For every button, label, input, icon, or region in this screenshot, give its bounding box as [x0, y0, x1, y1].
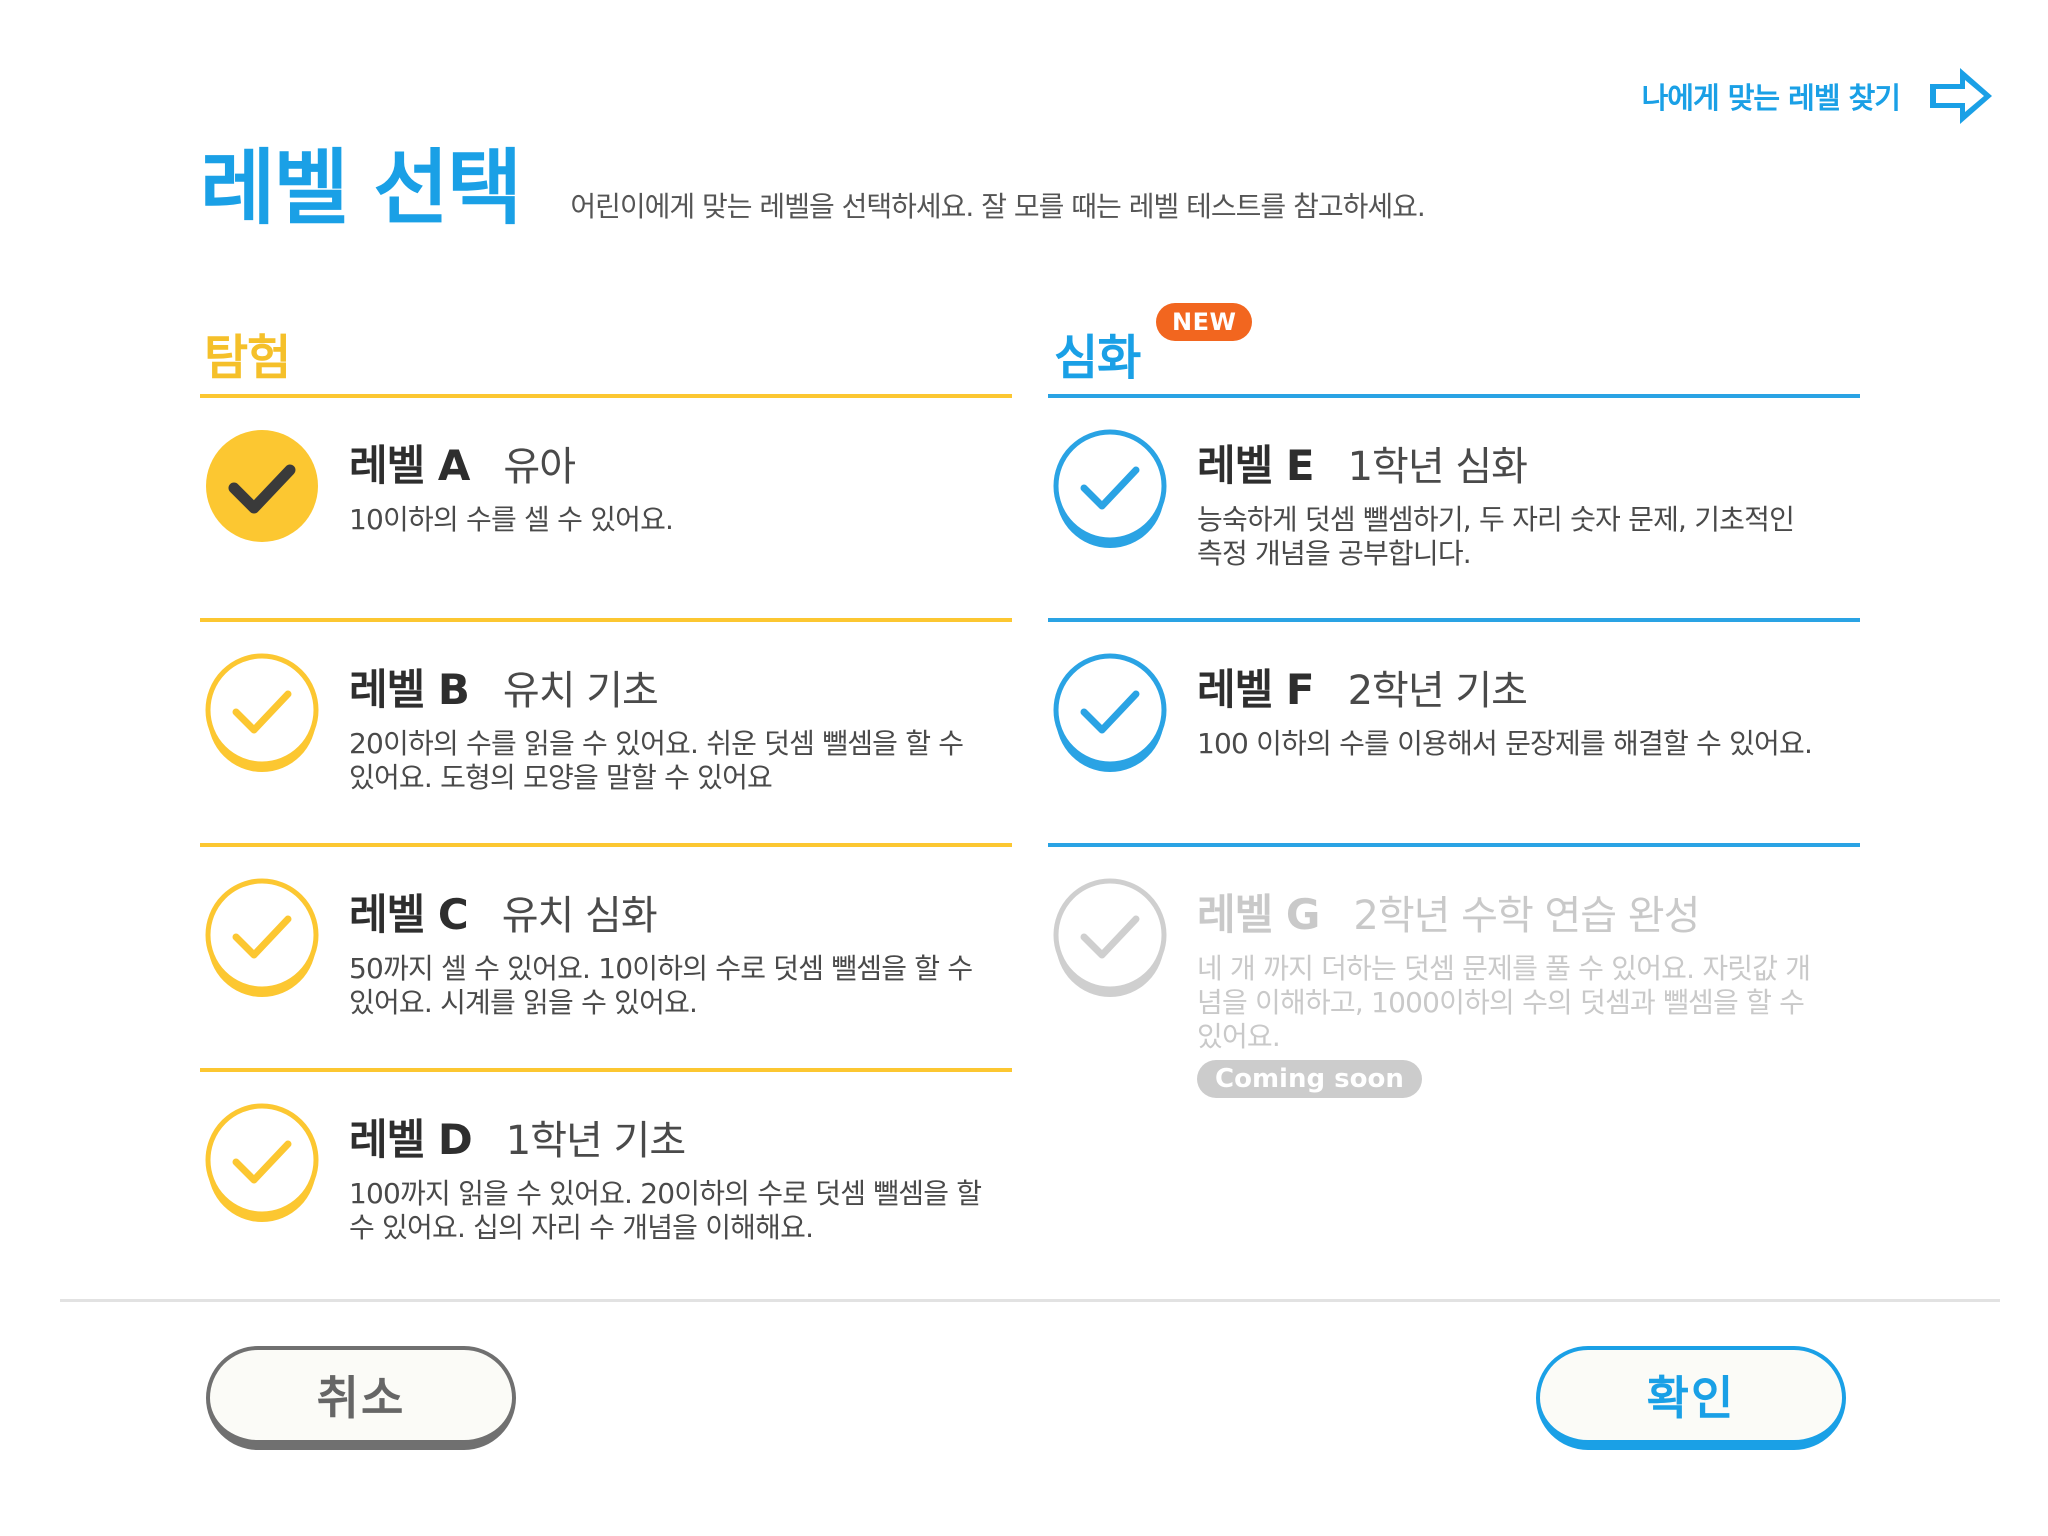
level-description-line: 있어요. 도형의 모양을 말할 수 있어요 [349, 761, 773, 794]
level-description: 50까지 셀 수 있어요. 10이하의 수로 덧셈 뺄셈을 할 수 있어요. 시… [349, 952, 1016, 1020]
level-card-g: 레벨 G 2학년 수학 연습 완성 네 개 까지 더하는 덧셈 문제를 풀 수 … [1052, 847, 1864, 1098]
level-description-line: 능숙하게 덧셈 뺄셈하기, 두 자리 숫자 문제, 기초적인 [1197, 503, 1795, 536]
level-name: 레벨 B [349, 665, 470, 714]
level-name: 레벨 E [1197, 441, 1315, 490]
level-grade: 1학년 심화 [1347, 444, 1528, 490]
level-description-line: 50까지 셀 수 있어요. 10이하의 수로 덧셈 뺄셈을 할 수 [349, 952, 973, 985]
level-grade: 2학년 수학 연습 완성 [1353, 893, 1700, 939]
check-coin-disabled-icon [1052, 877, 1168, 1005]
level-description: 10이하의 수를 셀 수 있어요. [349, 503, 1016, 537]
check-coin-icon [1052, 652, 1168, 780]
level-description-line: 있어요. 시계를 읽을 수 있어요. [349, 986, 698, 1019]
level-description: 100 이하의 수를 이용해서 문장제를 해결할 수 있어요. [1197, 727, 1864, 761]
level-name: 레벨 A [349, 441, 470, 490]
level-grade: 유아 [503, 444, 576, 490]
level-card-f[interactable]: 레벨 F 2학년 기초 100 이하의 수를 이용해서 문장제를 해결할 수 있… [1052, 622, 1864, 842]
check-selected-icon [204, 428, 320, 548]
level-description-line: 네 개 까지 더하는 덧셈 문제를 풀 수 있어요. 자릿값 개 [1197, 952, 1811, 985]
level-grade: 유치 심화 [501, 893, 658, 939]
level-description-line: 있어요. [1197, 1020, 1281, 1053]
level-grade: 1학년 기초 [505, 1118, 686, 1164]
level-description-line: 100 이하의 수를 이용해서 문장제를 해결할 수 있어요. [1197, 727, 1813, 760]
check-coin-icon [204, 652, 320, 780]
find-my-level-link[interactable]: 나에게 맞는 레벨 찾기 [1642, 58, 1998, 134]
find-my-level-label: 나에게 맞는 레벨 찾기 [1641, 81, 1901, 115]
level-description: 100까지 읽을 수 있어요. 20이하의 수로 덧셈 뺄셈을 할 수 있어요.… [349, 1177, 1016, 1245]
arrow-right-icon [1922, 58, 1998, 134]
level-name: 레벨 F [1197, 665, 1315, 714]
level-card-b[interactable]: 레벨 B 유치 기초 20이하의 수를 읽을 수 있어요. 쉬운 덧셈 뺄셈을 … [204, 622, 1016, 842]
coming-soon-badge: Coming soon [1197, 1060, 1422, 1098]
level-description-line: 100까지 읽을 수 있어요. 20이하의 수로 덧셈 뺄셈을 할 [349, 1177, 982, 1210]
level-description-line: 측정 개념을 공부합니다. [1197, 537, 1472, 570]
level-description: 능숙하게 덧셈 뺄셈하기, 두 자리 숫자 문제, 기초적인 측정 개념을 공부… [1197, 503, 1864, 571]
level-card-d[interactable]: 레벨 D 1학년 기초 100까지 읽을 수 있어요. 20이하의 수로 덧셈 … [204, 1072, 1016, 1292]
section-title-advanced: 심화 [1054, 330, 1141, 386]
level-name: 레벨 G [1197, 890, 1320, 939]
check-coin-icon [1052, 428, 1168, 556]
check-coin-icon [204, 877, 320, 1005]
level-description-line: 10이하의 수를 셀 수 있어요. [349, 503, 674, 536]
level-card-a[interactable]: 레벨 A 유아 10이하의 수를 셀 수 있어요. [204, 398, 1016, 618]
section-title-explore: 탐험 [204, 330, 291, 386]
level-description-line: 수 있어요. 십의 자리 수 개념을 이해해요. [349, 1211, 814, 1244]
footer-divider [60, 1299, 2000, 1302]
level-description: 네 개 까지 더하는 덧셈 문제를 풀 수 있어요. 자릿값 개 념을 이해하고… [1197, 952, 1864, 1054]
level-description-line: 념을 이해하고, 1000이하의 수의 덧셈과 뺄셈을 할 수 [1197, 986, 1805, 1019]
page-subtitle: 어린이에게 맞는 레벨을 선택하세요. 잘 모를 때는 레벨 테스트를 참고하세… [570, 190, 1425, 223]
level-card-c[interactable]: 레벨 C 유치 심화 50까지 셀 수 있어요. 10이하의 수로 덧셈 뺄셈을… [204, 847, 1016, 1067]
confirm-button[interactable]: 확인 [1536, 1346, 1846, 1450]
level-name: 레벨 D [349, 1115, 473, 1164]
level-card-e[interactable]: 레벨 E 1학년 심화 능숙하게 덧셈 뺄셈하기, 두 자리 숫자 문제, 기초… [1052, 398, 1864, 618]
page-title: 레벨 선택 [200, 141, 522, 236]
level-grade: 2학년 기초 [1347, 668, 1528, 714]
cancel-button[interactable]: 취소 [206, 1346, 516, 1450]
page-header: 레벨 선택 어린이에게 맞는 레벨을 선택하세요. 잘 모를 때는 레벨 테스트… [200, 141, 1426, 236]
level-description-line: 20이하의 수를 읽을 수 있어요. 쉬운 덧셈 뺄셈을 할 수 [349, 727, 964, 760]
level-description: 20이하의 수를 읽을 수 있어요. 쉬운 덧셈 뺄셈을 할 수 있어요. 도형… [349, 727, 1016, 795]
new-badge: NEW [1156, 303, 1253, 341]
level-grade: 유치 기초 [502, 668, 659, 714]
check-coin-icon [204, 1102, 320, 1230]
level-name: 레벨 C [349, 890, 469, 939]
